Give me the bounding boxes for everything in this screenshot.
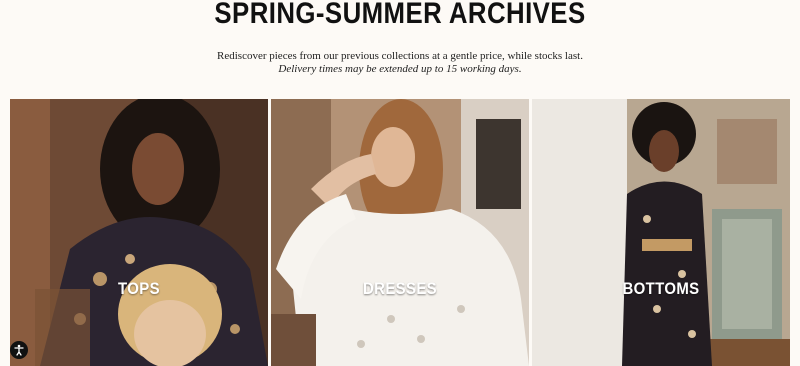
page-title: SPRING-SUMMER ARCHIVES: [214, 0, 586, 30]
dresses-photo: [271, 99, 529, 366]
tile-label-bottoms: BOTTOMS: [622, 279, 700, 298]
accessibility-icon: [14, 344, 24, 356]
accessibility-button[interactable]: [10, 341, 28, 359]
bottoms-photo: [532, 99, 790, 366]
tops-photo: [10, 99, 268, 366]
tile-label-tops: TOPS: [118, 279, 160, 298]
delivery-note: Delivery times may be extended up to 15 …: [278, 63, 522, 75]
intro-subtitle: Rediscover pieces from our previous coll…: [217, 50, 583, 62]
category-tile-dresses[interactable]: DRESSES: [271, 99, 529, 366]
tile-label-dresses: DRESSES: [363, 279, 437, 298]
category-tile-tops[interactable]: TOPS: [10, 99, 268, 366]
category-tile-bottoms[interactable]: BOTTOMS: [532, 99, 790, 366]
intro-text: Rediscover pieces from our previous coll…: [0, 50, 800, 76]
category-grid: TOPS DRESSES BOTTOMS: [10, 99, 790, 366]
